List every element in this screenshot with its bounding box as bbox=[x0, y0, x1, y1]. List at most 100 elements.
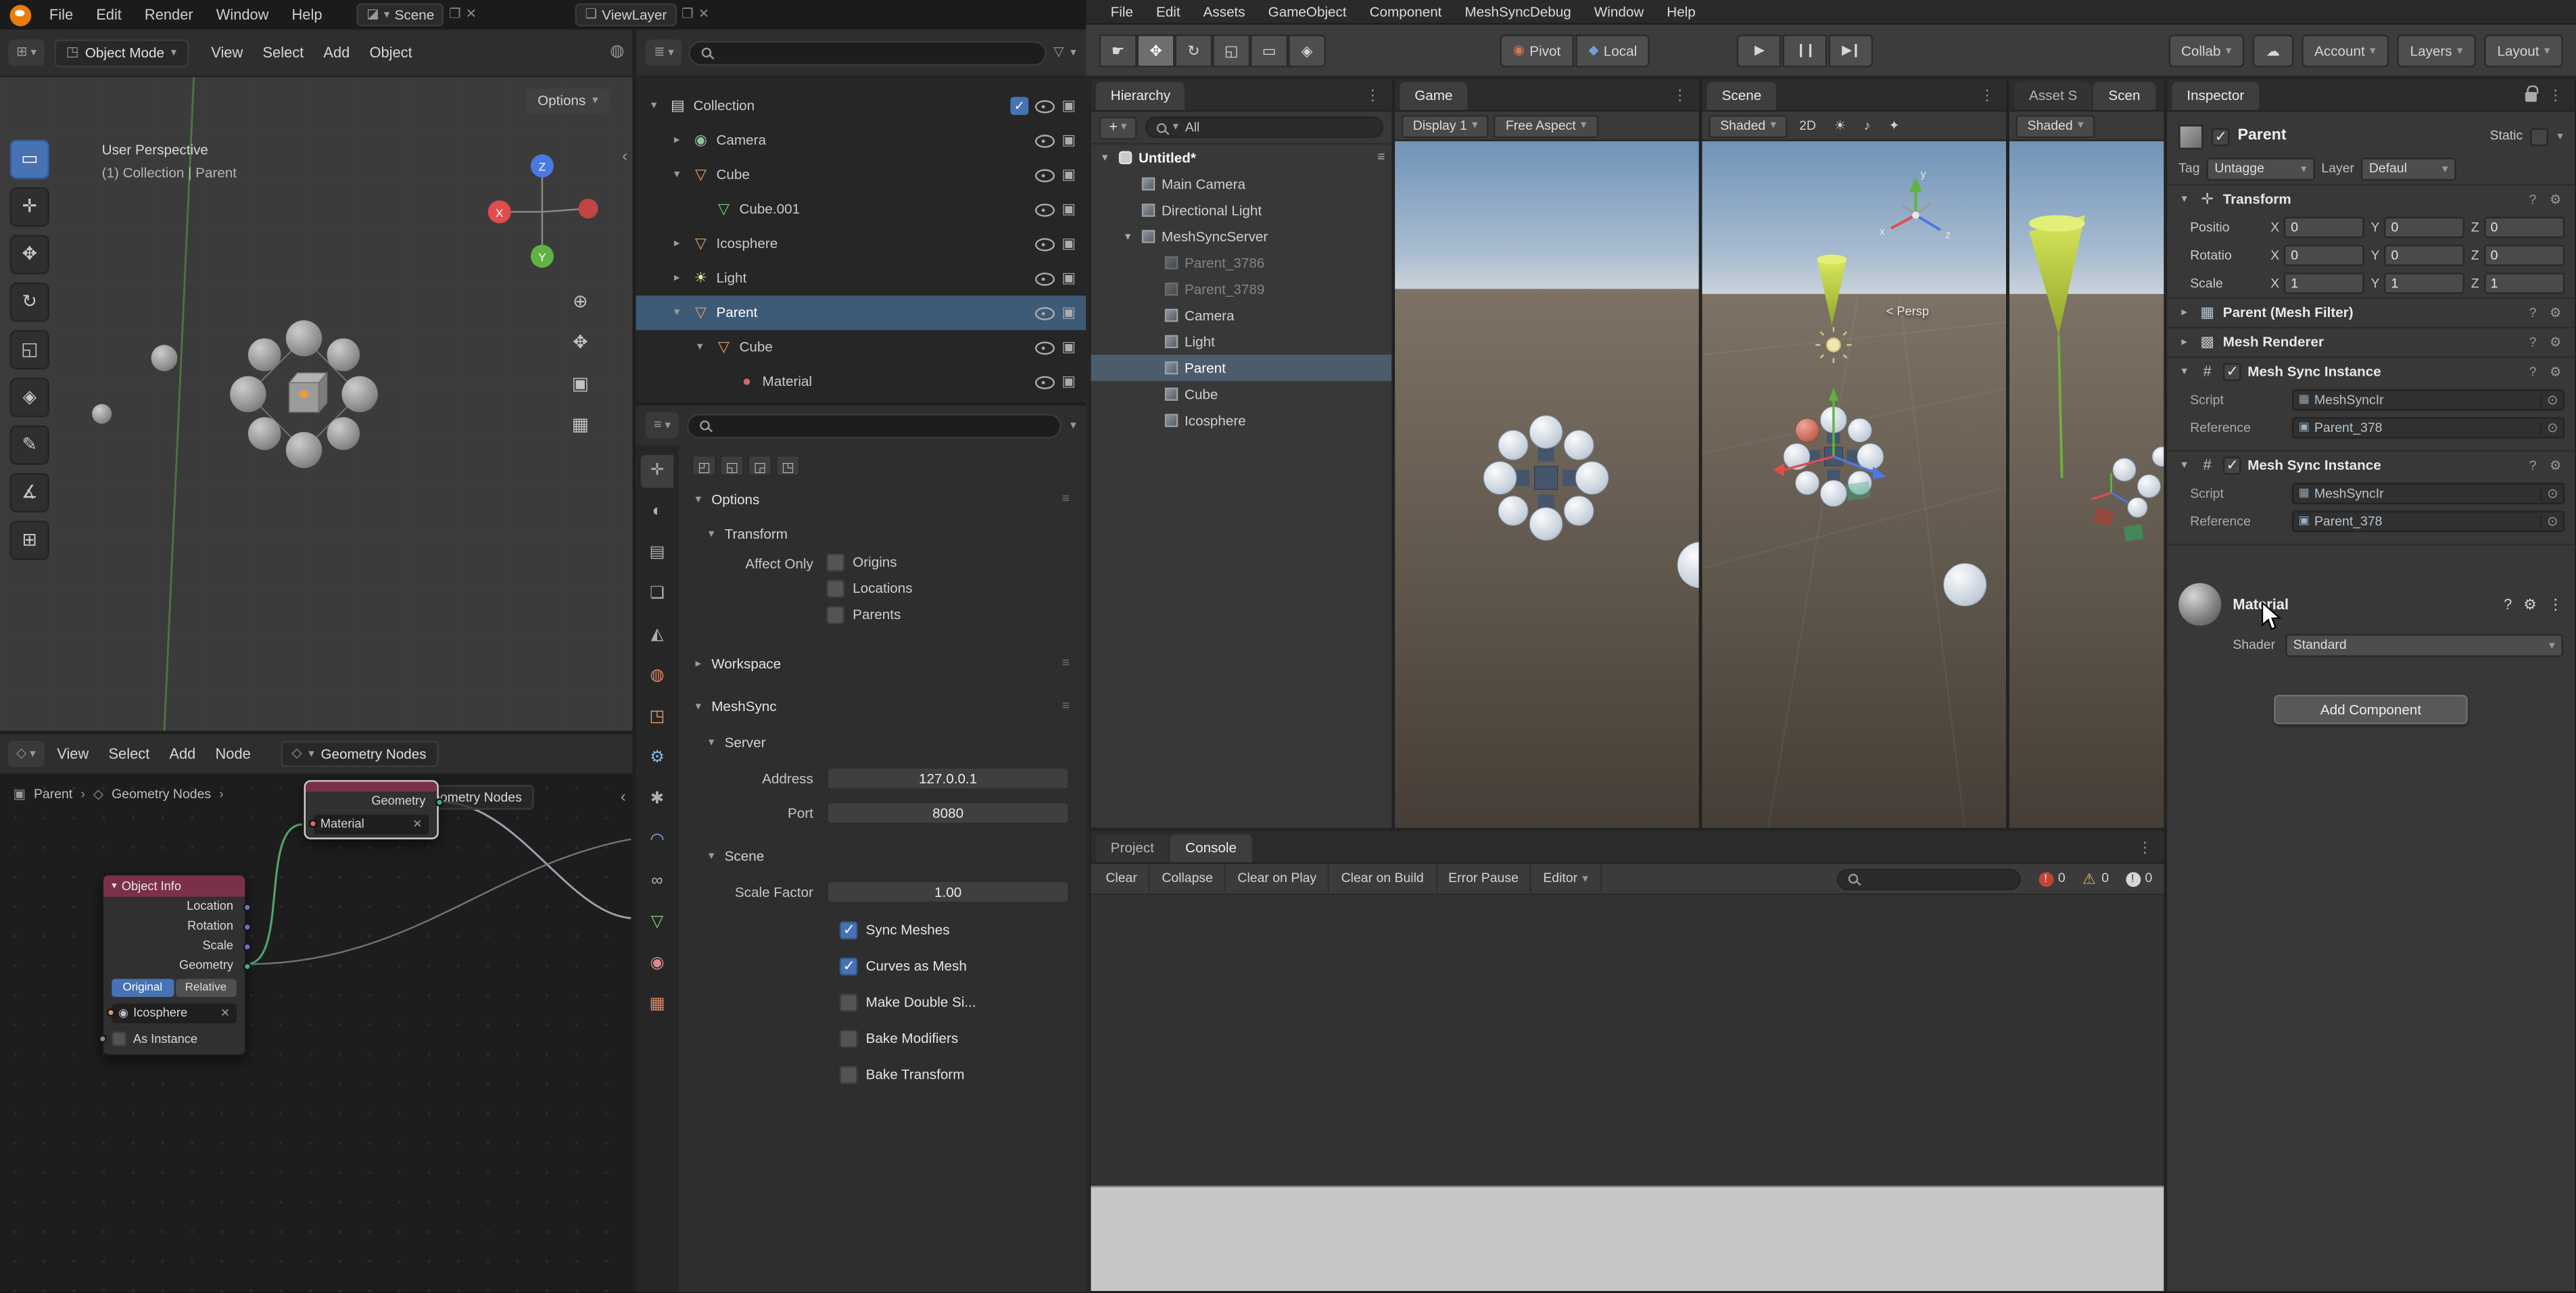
chevron-down-icon[interactable]: ▾ bbox=[2557, 130, 2563, 142]
checkbox[interactable]: ✓ bbox=[840, 994, 858, 1012]
expander-icon[interactable]: ▾ bbox=[1097, 152, 1112, 164]
move[interactable]: ✥ bbox=[1137, 34, 1175, 68]
delete-scene-icon[interactable]: ✕ bbox=[466, 8, 477, 21]
foldout-icon[interactable]: ▾ bbox=[2177, 366, 2192, 378]
disable-render-icon[interactable]: ▣ bbox=[1059, 99, 1078, 114]
tab-scene-2[interactable]: Scen bbox=[2094, 82, 2155, 110]
rotate[interactable]: ↻ bbox=[1174, 34, 1212, 68]
disable-render-icon[interactable]: ▣ bbox=[1059, 306, 1078, 320]
editor-type-button[interactable]: ≣ ▾ bbox=[646, 39, 682, 66]
outliner-row[interactable]: ▾ ▤ Collection ✓ ▣ bbox=[636, 89, 1086, 123]
settings-gear-icon[interactable]: ⚙ bbox=[2523, 597, 2537, 612]
layout-dropdown[interactable]: Layout ▾ bbox=[2484, 34, 2563, 68]
geometry-socket[interactable] bbox=[435, 798, 443, 806]
outliner-search-input[interactable] bbox=[689, 41, 1047, 65]
shader-dropdown[interactable]: Standard ▾ bbox=[2285, 634, 2563, 657]
script-object-field[interactable]: ▦ MeshSyncIr ⊙ bbox=[2292, 389, 2565, 411]
breadcrumb-group[interactable]: Geometry Nodes bbox=[112, 788, 211, 801]
scene-view-2[interactable] bbox=[2009, 141, 2164, 828]
console-button[interactable]: Clear on Play bbox=[1226, 863, 1329, 894]
hide-eye-icon[interactable] bbox=[1035, 99, 1053, 114]
tab-asset-store[interactable]: Asset S bbox=[2014, 82, 2092, 110]
disable-render-icon[interactable]: ▣ bbox=[1059, 237, 1078, 251]
clear-icon[interactable]: ✕ bbox=[220, 1008, 230, 1019]
select-mode-icon[interactable]: ◰ bbox=[692, 455, 716, 477]
object-picker-icon[interactable]: ⊙ bbox=[2541, 421, 2558, 434]
rotate[interactable]: ↻ bbox=[10, 283, 49, 322]
transform[interactable]: ◈ bbox=[10, 378, 49, 417]
blender-logo[interactable] bbox=[10, 4, 32, 26]
add-cube[interactable]: ⊞ bbox=[10, 520, 49, 560]
menu-icon[interactable]: ⋮ bbox=[1973, 89, 2001, 103]
outliner-row[interactable]: ● Material ✓ ▣ bbox=[636, 364, 1086, 399]
disable-render-icon[interactable]: ▣ bbox=[1059, 340, 1078, 355]
hierarchy-row[interactable]: Main Camera ≡ bbox=[1091, 171, 1392, 197]
tag-dropdown[interactable]: Untagge ▾ bbox=[2206, 157, 2314, 180]
object-info-node[interactable]: ▾ Object Info Location Rotation Scale bbox=[102, 874, 247, 1056]
layers-dropdown[interactable]: Layers ▾ bbox=[2397, 34, 2476, 68]
layer-dropdown[interactable]: Defaul ▾ bbox=[2361, 157, 2456, 180]
select-mode-icon[interactable]: ◱ bbox=[719, 455, 744, 477]
hide-eye-icon[interactable] bbox=[1035, 306, 1053, 320]
scene-name[interactable]: Scene bbox=[395, 8, 435, 22]
3d-viewport[interactable]: User Perspective (1) Collection | Parent… bbox=[0, 77, 633, 731]
reference-object-field[interactable]: ▣ Parent_378 ⊙ bbox=[2292, 417, 2565, 439]
menu-item[interactable]: Add bbox=[160, 746, 206, 761]
hide-eye-icon[interactable] bbox=[1035, 340, 1053, 355]
help-icon[interactable]: ? bbox=[2526, 306, 2540, 319]
tab-console[interactable]: Console bbox=[1170, 834, 1251, 862]
checkbox[interactable]: ✓ bbox=[840, 1030, 858, 1048]
meshsync-checkbox-row[interactable]: ✓ Bake Transform bbox=[692, 1066, 1070, 1084]
constraints[interactable]: ∞ bbox=[641, 866, 674, 899]
number-field[interactable]: 1 bbox=[2385, 272, 2464, 294]
material-field[interactable]: Material ✕ bbox=[314, 814, 429, 834]
exclude-checkbox[interactable]: ✓ bbox=[1010, 97, 1028, 115]
output-socket[interactable] bbox=[242, 922, 250, 930]
effects-toggle-icon[interactable]: ✦ bbox=[1882, 119, 1907, 132]
menu-icon[interactable]: ⋮ bbox=[1666, 89, 1694, 103]
tool[interactable]: ✛ bbox=[641, 455, 674, 488]
outliner-row[interactable]: ▾ ▽ Cube ✓ ▣ bbox=[636, 330, 1086, 364]
enabled-checkbox[interactable]: ✓ bbox=[2223, 457, 2241, 475]
menu-item[interactable]: File bbox=[38, 7, 85, 22]
cloud-button[interactable]: ☁ bbox=[2253, 34, 2293, 68]
menu-item[interactable]: View bbox=[201, 45, 253, 60]
menu-item[interactable]: Component bbox=[1358, 5, 1454, 19]
set-material-node[interactable]: Geometry Material ✕ bbox=[304, 780, 439, 839]
foldout-icon[interactable]: ▸ bbox=[2177, 337, 2192, 348]
expander-icon[interactable]: ▾ bbox=[1120, 230, 1135, 242]
rect[interactable]: ▭ bbox=[1250, 34, 1288, 68]
gizmo-z-label[interactable]: z bbox=[1945, 229, 1951, 241]
gameobject-name-field[interactable]: Parent bbox=[2238, 128, 2287, 144]
hierarchy-row[interactable]: Icosphere ≡ bbox=[1091, 408, 1392, 434]
hide-eye-icon[interactable] bbox=[1035, 374, 1053, 389]
chevron-down-icon[interactable]: ▾ bbox=[1070, 47, 1076, 58]
output-socket[interactable] bbox=[242, 942, 250, 950]
tab-project[interactable]: Project bbox=[1096, 834, 1169, 862]
geometry-nodes-canvas[interactable]: ▣ Parent › ◇ Geometry Nodes › ◇ Geometry… bbox=[0, 774, 633, 1293]
expander-icon[interactable]: ▸ bbox=[669, 238, 685, 249]
space-mode-button[interactable]: Original bbox=[112, 979, 173, 997]
node-group-selector[interactable]: ◇ ▾ Geometry Nodes bbox=[281, 741, 438, 767]
menu-icon[interactable]: ⋮ bbox=[1359, 89, 1387, 103]
output[interactable]: ▤ bbox=[641, 537, 674, 570]
lock-icon[interactable] bbox=[2525, 92, 2537, 102]
mode-selector[interactable]: ◳ Object Mode ▾ bbox=[55, 39, 189, 66]
pause-button[interactable]: ❙❙ bbox=[1783, 34, 1828, 68]
pivot-toggle[interactable]: ◉ Pivot bbox=[1500, 34, 1574, 68]
transform[interactable]: ◈ bbox=[1288, 34, 1326, 68]
help-icon[interactable]: ? bbox=[2526, 336, 2540, 349]
log-count-badge[interactable]: 0 bbox=[2074, 871, 2117, 886]
output-socket[interactable] bbox=[242, 902, 250, 910]
disable-render-icon[interactable]: ▣ bbox=[1059, 202, 1078, 217]
transform-component-header[interactable]: ▾ ✛ Transform ? ⚙ bbox=[2167, 184, 2575, 214]
object-picker-icon[interactable]: ⊙ bbox=[2541, 515, 2558, 528]
clear-icon[interactable]: ✕ bbox=[412, 819, 422, 830]
scene-menu-icon[interactable]: ≡ bbox=[1377, 151, 1385, 164]
console-search-input[interactable] bbox=[1836, 868, 2020, 889]
menu-icon[interactable]: ⋮ bbox=[2542, 89, 2569, 103]
number-field[interactable]: 0 bbox=[2385, 217, 2464, 239]
chevron-down-icon[interactable]: ▾ bbox=[112, 881, 116, 892]
zoom[interactable]: ⊕ bbox=[572, 294, 589, 312]
expander-icon[interactable]: ▾ bbox=[692, 341, 708, 353]
